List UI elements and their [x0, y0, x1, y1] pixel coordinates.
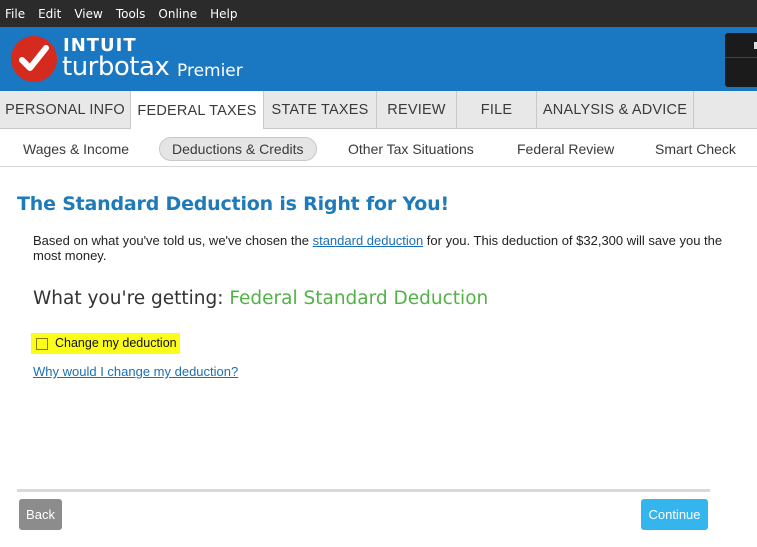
- menu-edit[interactable]: Edit: [38, 7, 61, 21]
- main-tabs: PERSONAL INFO FEDERAL TAXES STATE TAXES …: [0, 91, 757, 130]
- deduction-summary-value: Federal Standard Deduction: [229, 288, 489, 309]
- header-panel-divider: [725, 57, 757, 58]
- brand-edition: Premier: [177, 61, 243, 81]
- menu-online[interactable]: Online: [158, 7, 197, 21]
- page-title: The Standard Deduction is Right for You!: [17, 193, 449, 215]
- subtab-federal-review[interactable]: Federal Review: [517, 137, 614, 161]
- turbotax-window: File Edit View Tools Online Help INTUIT …: [0, 0, 757, 547]
- back-button[interactable]: Back: [19, 499, 62, 530]
- subtab-smart-check[interactable]: Smart Check: [655, 137, 736, 161]
- subtab-other-tax-situations[interactable]: Other Tax Situations: [348, 137, 474, 161]
- why-change-deduction-link[interactable]: Why would I change my deduction?: [33, 364, 238, 379]
- subtab-deductions-credits[interactable]: Deductions & Credits: [159, 137, 317, 161]
- subtab-wages-income[interactable]: Wages & Income: [23, 137, 129, 161]
- standard-deduction-link[interactable]: standard deduction: [313, 233, 424, 248]
- menu-view[interactable]: View: [74, 7, 102, 21]
- footer-divider: [17, 489, 710, 492]
- checkmark-icon: [19, 45, 49, 71]
- brand-product: turbotax: [62, 52, 170, 82]
- menu-tools[interactable]: Tools: [116, 7, 146, 21]
- change-deduction-checkbox[interactable]: [36, 338, 48, 350]
- turbotax-checkmark-logo: [11, 36, 57, 82]
- sub-tabs: Wages & Income Deductions & Credits Othe…: [0, 129, 757, 167]
- deduction-summary: What you're getting: Federal Standard De…: [33, 288, 488, 309]
- tab-analysis-advice[interactable]: ANALYSIS & ADVICE: [537, 91, 694, 129]
- tab-federal-taxes[interactable]: FEDERAL TAXES: [131, 91, 264, 130]
- menu-bar: File Edit View Tools Online Help: [0, 0, 757, 27]
- continue-button[interactable]: Continue: [641, 499, 708, 530]
- tab-state-taxes[interactable]: STATE TAXES: [264, 91, 377, 129]
- menu-help[interactable]: Help: [210, 7, 237, 21]
- tab-file[interactable]: FILE: [457, 91, 537, 129]
- change-deduction-label[interactable]: Change my deduction: [55, 336, 177, 350]
- menu-file[interactable]: File: [5, 7, 25, 21]
- brand-header: INTUIT turbotax Premier: [0, 27, 757, 91]
- header-account-panel[interactable]: [725, 33, 757, 87]
- tab-review[interactable]: REVIEW: [377, 91, 457, 129]
- tab-personal-info[interactable]: PERSONAL INFO: [0, 91, 131, 129]
- explanation-text: Based on what you've told us, we've chos…: [33, 233, 723, 263]
- explanation-text-start: Based on what you've told us, we've chos…: [33, 233, 313, 248]
- deduction-summary-label: What you're getting:: [33, 288, 230, 309]
